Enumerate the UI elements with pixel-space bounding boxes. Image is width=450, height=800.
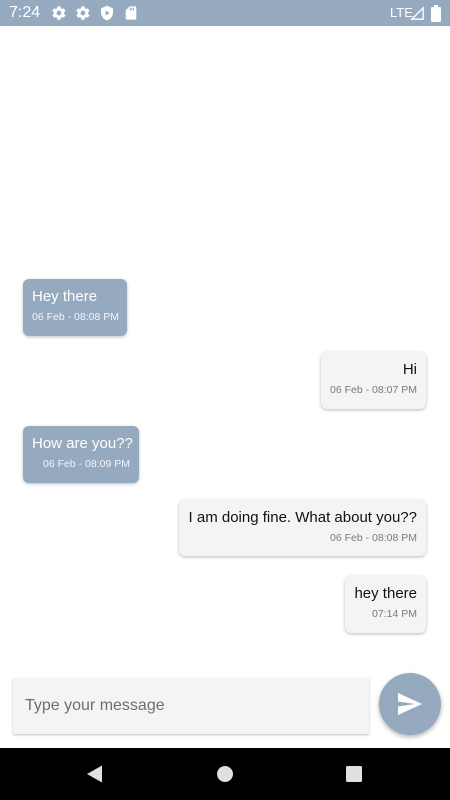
message-input[interactable] bbox=[13, 678, 369, 734]
message-bubble-sent[interactable]: Hi 06 Feb - 08:07 PM bbox=[321, 352, 426, 409]
message-timestamp: 07:14 PM bbox=[372, 608, 417, 620]
system-nav-bar bbox=[0, 748, 450, 800]
message-text: Hey there bbox=[32, 288, 98, 305]
message-bubble-sent[interactable]: I am doing fine. What about you?? 06 Feb… bbox=[179, 500, 426, 556]
status-time: 7:24 bbox=[9, 4, 41, 21]
message-timestamp: 06 Feb - 08:09 PM bbox=[43, 458, 130, 470]
chat-screen: 7:24 LTE Hey there 06 Feb - 08:08 PM Hi bbox=[0, 0, 450, 800]
message-timestamp: 06 Feb - 08:07 PM bbox=[330, 384, 417, 396]
message-text: How are you?? bbox=[32, 435, 133, 452]
message-text: Hi bbox=[402, 361, 417, 378]
gear-icon bbox=[52, 6, 66, 20]
shield-play-icon bbox=[101, 5, 113, 21]
signal-icon bbox=[410, 6, 424, 20]
message-bubble-sent[interactable]: hey there 07:14 PM bbox=[345, 576, 426, 633]
recents-icon[interactable] bbox=[342, 762, 366, 786]
send-button[interactable] bbox=[379, 673, 441, 735]
home-icon[interactable] bbox=[213, 762, 237, 786]
message-text: I am doing fine. What about you?? bbox=[188, 509, 417, 526]
gear-icon bbox=[76, 6, 90, 20]
message-timestamp: 06 Feb - 08:08 PM bbox=[330, 532, 417, 544]
status-bar: 7:24 LTE bbox=[0, 0, 450, 26]
battery-icon bbox=[431, 5, 441, 22]
message-text: hey there bbox=[354, 585, 417, 602]
sd-card-icon bbox=[125, 6, 137, 20]
message-bubble-received[interactable]: How are you?? 06 Feb - 08:09 PM bbox=[23, 426, 139, 483]
message-timestamp: 06 Feb - 08:08 PM bbox=[32, 311, 119, 323]
back-icon[interactable] bbox=[83, 762, 107, 786]
message-bubble-received[interactable]: Hey there 06 Feb - 08:08 PM bbox=[23, 279, 127, 336]
send-icon bbox=[398, 693, 422, 715]
